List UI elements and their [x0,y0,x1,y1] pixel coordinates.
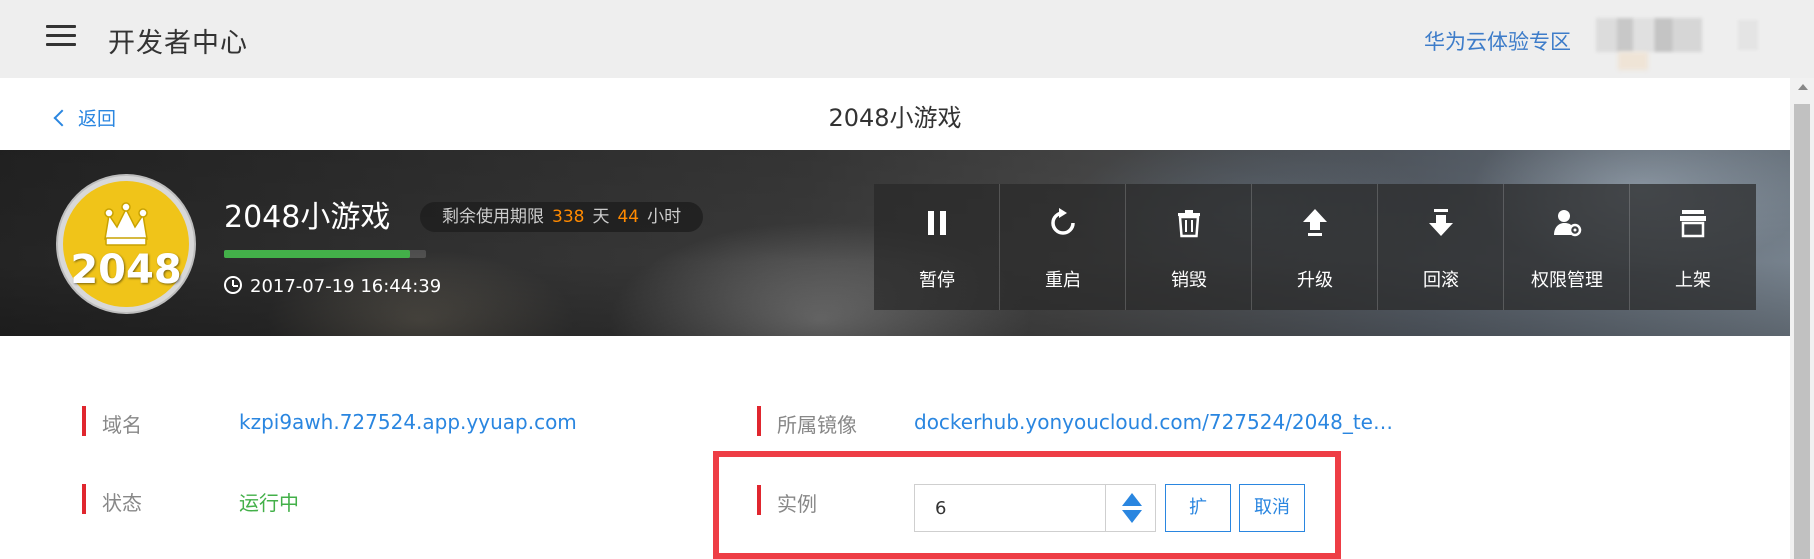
action-toolbar: 暂停 重启 销毁 升级 回滚 权限管理 上架 [874,184,1756,310]
app-title: 开发者中心 [108,28,248,59]
avatar-artifact [1618,52,1648,70]
image-label: 所属镜像 [777,413,857,437]
usage-progress-fill [224,250,410,258]
permission-icon [1554,210,1582,237]
days-unit: 天 [592,207,610,227]
trash-icon [1178,210,1200,238]
destroy-label: 销毁 [1171,270,1207,291]
cancel-button[interactable]: 取消 [1239,484,1305,532]
menu-icon[interactable] [46,25,76,47]
restart-icon [1051,208,1075,235]
scrollbar[interactable] [1790,78,1814,559]
upgrade-icon [1303,209,1327,236]
instance-input[interactable] [915,485,1105,531]
user-menu[interactable] [1738,20,1758,50]
publish-button[interactable]: 上架 [1630,184,1756,310]
upgrade-button[interactable]: 升级 [1252,184,1378,310]
destroy-button[interactable]: 销毁 [1126,184,1252,310]
domain-label: 域名 [102,413,142,437]
rollback-label: 回滚 [1423,270,1459,291]
increment-icon[interactable] [1122,493,1142,506]
image-link[interactable]: dockerhub.yonyoucloud.com/727524/2048_te… [914,410,1393,434]
created-time: 2017-07-19 16:44:39 [224,274,441,297]
usage-progress-bar [224,250,426,258]
page-title: 2048小游戏 [828,104,962,132]
user-avatar[interactable] [1596,18,1702,52]
clock-icon [224,276,242,294]
pause-button[interactable]: 暂停 [874,184,1000,310]
huawei-cloud-link[interactable]: 华为云体验专区 [1424,26,1571,56]
domain-link[interactable]: kzpi9awh.727524.app.yyuap.com [239,410,577,434]
store-icon [1680,210,1706,238]
app-name: 2048小游戏 [224,200,391,235]
instance-label: 实例 [777,492,817,516]
upgrade-label: 升级 [1297,270,1333,291]
scroll-up-arrow[interactable] [1798,84,1808,90]
app-logo: 2048 [58,176,194,312]
instance-stepper [914,484,1156,532]
decrement-icon[interactable] [1122,510,1142,523]
expiry-hours: 44 [617,207,640,227]
rollback-button[interactable]: 回滚 [1378,184,1504,310]
expiry-days: 338 [552,207,585,227]
scroll-thumb[interactable] [1794,104,1810,559]
app-banner: 2048 2048小游戏 剩余使用期限 338 天 44 小时 2017-07-19 1… [0,150,1790,336]
logo-text: 2048 [70,247,182,293]
status-value: 运行中 [239,491,299,515]
permission-button[interactable]: 权限管理 [1504,184,1630,310]
pause-label: 暂停 [919,270,955,291]
pause-icon [928,211,946,235]
top-bar: 开发者中心 华为云体验专区 [0,0,1814,78]
status-label: 状态 [102,491,142,515]
created-time-text: 2017-07-19 16:44:39 [250,276,442,297]
rollback-icon [1429,209,1453,236]
permission-label: 权限管理 [1531,270,1603,291]
restart-label: 重启 [1045,270,1081,291]
scale-button[interactable]: 扩 [1165,484,1231,532]
expiry-badge: 剩余使用期限 338 天 44 小时 [420,202,704,232]
restart-button[interactable]: 重启 [1000,184,1126,310]
expiry-label: 剩余使用期限 [442,207,544,227]
hours-unit: 小时 [647,207,682,227]
publish-label: 上架 [1675,270,1711,291]
